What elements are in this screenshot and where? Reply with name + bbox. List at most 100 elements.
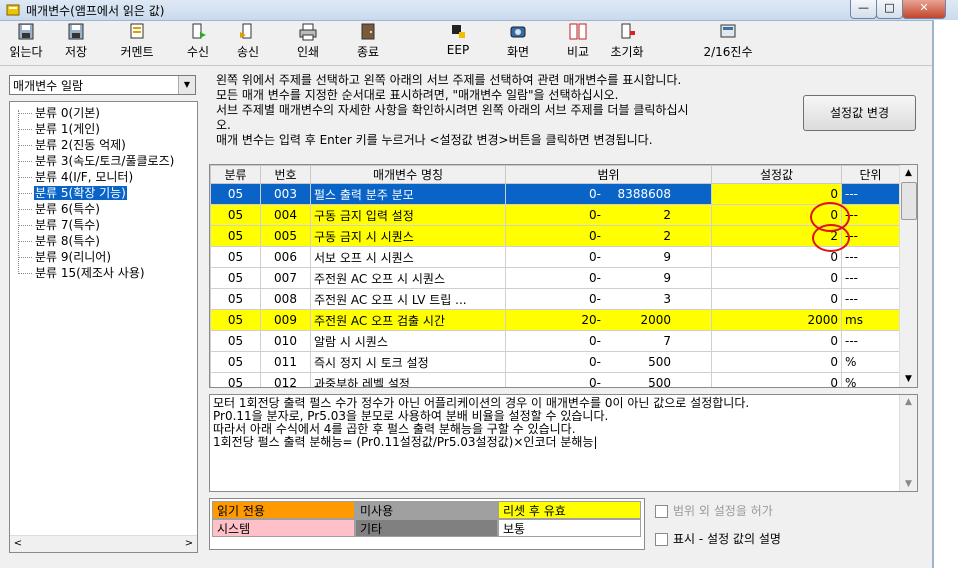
read-button[interactable]: 읽는다: [4, 23, 48, 63]
close-button[interactable]: ✕: [902, 0, 946, 19]
scroll-up-icon[interactable]: ▲: [900, 165, 917, 181]
cell-name: 주전원 AC 오프 검출 시간: [310, 309, 506, 331]
cell-value[interactable]: 0: [711, 372, 842, 387]
cell-value[interactable]: 0: [711, 288, 842, 310]
cell-range: 0- 8388608: [505, 183, 712, 205]
eep-icon: [452, 25, 465, 38]
tree-item-3[interactable]: 분류 3(속도/토크/풀클로즈): [18, 153, 175, 169]
tree-item-0[interactable]: 분류 0(기본): [18, 105, 101, 121]
description-line: 1회전당 펄스 출력 분해능= (Pr0.11설정값/Pr5.03설정값)×인코…: [213, 435, 598, 449]
tree-item-5[interactable]: 분류 5(확장 기능): [18, 185, 127, 201]
scroll-right-icon[interactable]: >: [181, 536, 197, 552]
table-row[interactable]: 05 009 주전원 AC 오프 검출 시간 20- 2000 2000 ms: [210, 309, 900, 331]
cell-value[interactable]: 0: [711, 351, 842, 373]
col-header-name[interactable]: 매개변수 명칭: [310, 165, 506, 184]
instruction-line: 오.: [216, 118, 231, 132]
tree-item-4[interactable]: 분류 4(I/F, 모니터): [18, 169, 134, 185]
tree-item-1[interactable]: 분류 1(게인): [18, 121, 101, 137]
cell-range: 0- 3: [505, 288, 712, 310]
cell-name: 서보 오프 시 시퀀스: [310, 246, 506, 268]
col-header-value[interactable]: 설정값: [711, 165, 842, 184]
window-title: 매개변수(앰프에서 읽은 값): [26, 4, 165, 18]
range-min: 20-: [581, 313, 601, 327]
table-vertical-scrollbar[interactable]: ▲ ▼: [899, 165, 917, 387]
maximize-button[interactable]: □: [876, 0, 903, 19]
range-min: 0-: [589, 250, 601, 264]
receive-button[interactable]: 수신: [178, 23, 218, 63]
scroll-up-icon[interactable]: ▲: [900, 397, 917, 407]
chevron-down-icon[interactable]: ▼: [178, 76, 195, 94]
annotation-circle: [812, 224, 850, 252]
table-row[interactable]: 05 010 알람 시 시퀀스 0- 7 0 ---: [210, 330, 900, 352]
scroll-down-icon[interactable]: ▼: [900, 479, 917, 489]
legend-other: 기타: [355, 519, 498, 537]
color-legend: 읽기 전용 미사용 리셋 후 유효 시스템 기타 보통: [209, 498, 645, 550]
hex-icon: [720, 24, 736, 38]
cell-range: 0- 9: [505, 267, 712, 289]
tree-item-9[interactable]: 분류 9(리니어): [18, 249, 112, 265]
tree-item-7[interactable]: 분류 7(특수): [18, 217, 101, 233]
range-max: 500: [648, 376, 671, 388]
table-row[interactable]: 05 007 주전원 AC 오프 시 시퀀스 0- 9 0 ---: [210, 267, 900, 289]
range-min: 0-: [589, 187, 601, 201]
instruction-line: 모든 매개 변수를 지정한 순서대로 표시하려면, "매개변수 일람"을 선택하…: [216, 88, 619, 102]
change-value-button[interactable]: 설정값 변경: [803, 95, 916, 131]
hex-button[interactable]: 2/16진수: [698, 23, 758, 63]
scroll-down-icon[interactable]: ▼: [900, 371, 917, 387]
exit-button[interactable]: 종료: [348, 23, 388, 63]
initialize-button[interactable]: 초기화: [602, 23, 652, 63]
send-button[interactable]: 송신: [228, 23, 268, 63]
cell-unit: ---: [841, 225, 900, 247]
table-row[interactable]: 05 011 즉시 정지 시 토크 설정 0- 500 0%: [210, 351, 900, 373]
col-header-number[interactable]: 번호: [260, 165, 311, 184]
table-row[interactable]: 05 008 주전원 AC 오프 시 LV 트립 ... 0- 3 0 ---: [210, 288, 900, 310]
cell-value[interactable]: 0: [711, 267, 842, 289]
subtopic-tree: 분류 0(기본) 분류 1(게인) 분류 2(진동 억제) 분류 3(속도/토크…: [9, 101, 198, 553]
scroll-thumb[interactable]: [901, 182, 917, 220]
cell-number: 009: [260, 309, 311, 331]
compare-button[interactable]: 비교: [558, 23, 598, 63]
minimize-button[interactable]: —: [850, 0, 877, 19]
tree-item-2[interactable]: 분류 2(진동 억제): [18, 137, 127, 153]
cell-number: 004: [260, 204, 311, 226]
table-row[interactable]: 05 005 구동 금지 시 시퀀스 0- 2 2 ---: [210, 225, 900, 247]
cell-value[interactable]: 0: [711, 330, 842, 352]
eep-button[interactable]: EEP: [438, 23, 478, 63]
table-row[interactable]: 05 003 펄스 출력 분주 분모 0- 8388608 0 ---: [210, 183, 900, 205]
category-select[interactable]: 매개변수 일람 ▼: [9, 75, 196, 95]
cell-value[interactable]: 2000: [711, 309, 842, 331]
print-button[interactable]: 인쇄: [288, 23, 328, 63]
show-value-description-checkbox[interactable]: 표시 - 설정 값의 설명: [655, 530, 781, 547]
range-max: 9: [663, 250, 671, 264]
cell-number: 008: [260, 288, 311, 310]
cell-name: 주전원 AC 오프 시 LV 트립 ...: [310, 288, 506, 310]
cell-number: 010: [260, 330, 311, 352]
save-button[interactable]: 저장: [56, 23, 96, 63]
col-header-unit[interactable]: 단위: [841, 165, 900, 184]
comment-button[interactable]: 커멘트: [112, 23, 162, 63]
screen-button[interactable]: 화면: [498, 23, 538, 63]
scroll-left-icon[interactable]: <: [10, 536, 26, 552]
description-scrollbar[interactable]: ▲ ▼: [899, 395, 917, 491]
cell-number: 007: [260, 267, 311, 289]
receive-icon: [192, 23, 206, 39]
range-max: 7: [663, 334, 671, 348]
exit-icon: [361, 23, 375, 40]
table-row[interactable]: 05 006 서보 오프 시 시퀀스 0- 9 0 ---: [210, 246, 900, 268]
cell-unit: ---: [841, 204, 900, 226]
col-header-class[interactable]: 분류: [210, 165, 261, 184]
cell-value[interactable]: 0: [711, 183, 842, 205]
range-max: 8388608: [617, 187, 671, 201]
col-header-range[interactable]: 범위: [505, 165, 712, 184]
cell-class: 05: [210, 330, 261, 352]
table-row[interactable]: 05 004 구동 금지 입력 설정 0- 2 0 ---: [210, 204, 900, 226]
cell-name: 주전원 AC 오프 시 시퀀스: [310, 267, 506, 289]
cell-class: 05: [210, 267, 261, 289]
range-max: 3: [663, 292, 671, 306]
table-row[interactable]: 05 012 과중부하 레벨 설정 0- 500 0%: [210, 372, 900, 388]
tree-item-8[interactable]: 분류 8(특수): [18, 233, 101, 249]
tree-item-6[interactable]: 분류 6(특수): [18, 201, 101, 217]
tree-horizontal-scrollbar[interactable]: < >: [10, 535, 197, 552]
parameter-description[interactable]: 모터 1회전당 출력 펄스 수가 정수가 아닌 어플리케이션의 경우 이 매개변…: [209, 394, 918, 492]
tree-item-10[interactable]: 분류 15(제조사 사용): [18, 265, 146, 281]
